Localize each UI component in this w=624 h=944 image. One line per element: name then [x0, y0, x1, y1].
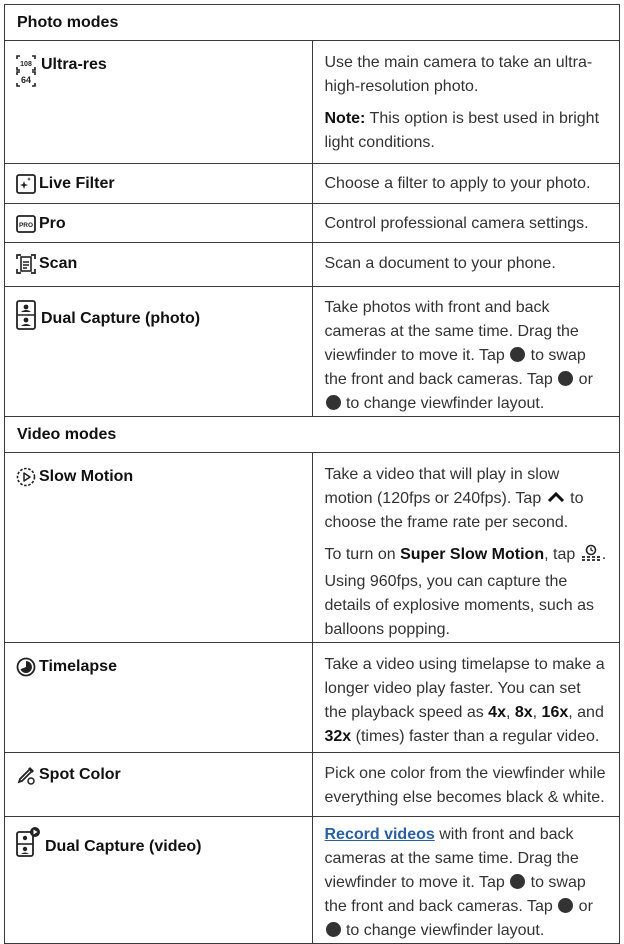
spot-color-label: Spot Color	[39, 766, 121, 783]
ultra-res-description: Use the main camera to take an ultra-hig…	[324, 54, 593, 95]
camera-modes-table: Photo modes 108 64 Ultra-res Use the mai…	[4, 4, 620, 944]
live-filter-icon	[15, 173, 36, 195]
horizontal-layout-icon	[558, 371, 574, 386]
swap-camera-icon	[510, 347, 526, 362]
svg-text:108: 108	[20, 61, 32, 68]
super-slow-motion-description: To turn on Super Slow Motion, tap . Usin…	[324, 544, 607, 638]
horizontal-layout-icon	[558, 898, 574, 913]
record-videos-link[interactable]: Record videos	[325, 826, 435, 843]
slow-motion-description: Take a video that will play in slow moti…	[324, 466, 584, 531]
pro-description: Control professional camera settings.	[324, 215, 589, 232]
dual-capture-video-description: Record videos with front and back camera…	[324, 826, 593, 939]
dual-capture-video-icon	[15, 826, 41, 858]
pro-icon: PRO	[15, 213, 36, 235]
live-filter-label: Live Filter	[39, 175, 115, 192]
dual-capture-photo-label: Dual Capture (photo)	[41, 310, 201, 327]
svg-text:PRO: PRO	[19, 222, 33, 229]
scan-label: Scan	[39, 255, 78, 272]
photo-modes-header: Photo modes	[4, 4, 620, 41]
video-modes-header: Video modes	[4, 416, 620, 453]
swap-camera-icon	[510, 874, 526, 889]
dual-capture-photo-icon	[15, 299, 37, 331]
live-filter-description: Choose a filter to apply to your photo.	[324, 175, 591, 192]
pro-label: Pro	[39, 215, 66, 232]
spot-color-icon	[15, 764, 35, 786]
svg-text:64: 64	[21, 75, 31, 85]
ultra-res-note: Note: This option is best used in bright…	[324, 110, 600, 151]
vertical-layout-icon	[325, 922, 341, 937]
ultra-res-label: Ultra-res	[41, 56, 107, 73]
chevron-up-icon	[546, 487, 566, 511]
timelapse-icon	[15, 656, 36, 678]
slow-motion-label: Slow Motion	[39, 468, 134, 485]
dual-capture-photo-description: Take photos with front and back cameras …	[324, 299, 593, 412]
dual-capture-video-label: Dual Capture (video)	[45, 838, 202, 855]
timelapse-description: Take a video using timelapse to make a l…	[324, 656, 605, 745]
vertical-layout-icon	[325, 395, 341, 410]
scan-description: Scan a document to your phone.	[324, 255, 556, 272]
slow-motion-icon	[15, 466, 36, 488]
scan-icon	[15, 253, 36, 275]
ultra-res-label-cell: 108 64 Ultra-res	[5, 41, 312, 88]
spot-color-description: Pick one color from the viewfinder while…	[324, 765, 606, 806]
super-slow-motion-icon	[580, 544, 602, 570]
timelapse-label: Timelapse	[39, 658, 117, 675]
ultra-res-icon: 108 64	[15, 54, 37, 88]
